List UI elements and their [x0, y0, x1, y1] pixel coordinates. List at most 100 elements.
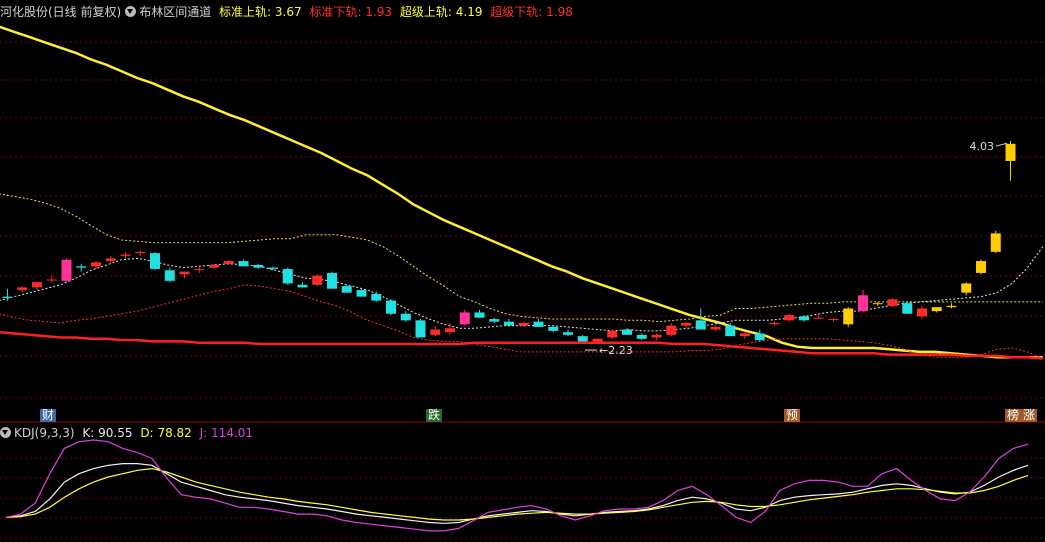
candle-body — [533, 321, 544, 327]
tag-ranking[interactable]: 榜 — [1005, 409, 1022, 422]
candle-body — [179, 271, 190, 275]
candle-body — [46, 279, 57, 281]
candle-body — [725, 325, 736, 337]
chevron-down-icon — [127, 9, 134, 14]
high-price-label: 4.03 — [970, 140, 995, 153]
kdj-header: KDJ(9,3,3) K: 90.55 D: 78.82 J: 114.01 — [0, 426, 257, 440]
candle-body — [740, 333, 750, 337]
candle-body — [341, 286, 352, 293]
bollinger-bands — [0, 25, 1044, 360]
candle-body — [518, 322, 529, 326]
candle-body — [459, 312, 470, 325]
candle-body — [769, 322, 780, 325]
tag-rise[interactable]: 涨 — [1021, 409, 1038, 422]
candle-body — [445, 328, 455, 333]
candle-body — [946, 305, 957, 308]
kdj-settings-icon[interactable] — [0, 427, 11, 438]
candle-body — [120, 254, 131, 256]
candle-body — [2, 296, 13, 298]
candle-body — [1005, 143, 1016, 161]
candle-body — [504, 321, 514, 326]
kdj-lines — [5, 439, 1029, 532]
candle-body — [754, 333, 765, 341]
kdj-j-line — [5, 439, 1029, 532]
candle-body — [209, 265, 219, 268]
candle-body — [607, 330, 618, 338]
candle-body — [356, 290, 367, 297]
candle-body — [386, 300, 396, 314]
main-header: 河化股份(日线 前复权) 布林区间通道 标准上轨: 3.67 标准下轨: 1.93… — [0, 5, 577, 19]
candle-body — [415, 320, 426, 338]
candle-body — [813, 317, 824, 319]
super-upper-readout: 超级上轨: 4.19 — [399, 5, 483, 19]
candle-body — [327, 272, 337, 289]
candle-body — [400, 313, 411, 321]
candle-body — [636, 334, 647, 339]
candle-body — [489, 319, 500, 322]
candle-body — [474, 312, 485, 318]
candle-body — [651, 334, 662, 338]
tag-forecast[interactable]: 预 — [784, 409, 801, 422]
candle-body — [135, 251, 146, 254]
tag-financial[interactable]: 财 — [40, 409, 57, 422]
candle-body — [917, 308, 927, 317]
stock-title[interactable]: 河化股份(日线 前复权) — [0, 5, 121, 19]
candle-body — [32, 282, 42, 288]
super-lower-readout: 超级下轨: 1.98 — [490, 5, 573, 19]
std-lower-line — [0, 284, 1043, 359]
candle-body — [784, 315, 795, 321]
candle-body — [681, 322, 691, 326]
candle-body — [902, 303, 913, 314]
chevron-down-icon — [2, 430, 8, 435]
candle-body — [164, 270, 175, 281]
high-pointer — [995, 142, 1008, 147]
candle-body — [828, 319, 839, 321]
std-upper-readout: 标准上轨: 3.67 — [219, 5, 302, 19]
low-price-label: ←2.23 — [599, 344, 633, 357]
candle-body — [61, 259, 72, 281]
candle-body — [858, 295, 868, 312]
candle-body — [710, 326, 721, 330]
indicator-name[interactable]: 布林区间通道 — [139, 5, 211, 19]
candle-body — [622, 329, 632, 335]
candle-body — [430, 329, 441, 335]
candle-body — [371, 293, 382, 301]
kdj-name[interactable]: KDJ(9,3,3) — [14, 426, 75, 440]
candle-body — [223, 261, 234, 264]
candle-body — [592, 338, 603, 342]
candle-body — [312, 275, 323, 285]
candle-body — [961, 283, 972, 293]
j-readout: J: 114.01 — [199, 426, 254, 440]
candle-body — [666, 325, 677, 335]
candle-body — [563, 332, 573, 335]
tag-drop[interactable]: 跌 — [426, 409, 443, 422]
candle-body — [799, 316, 809, 321]
candle-body — [297, 284, 308, 288]
candle-body — [238, 261, 249, 267]
candle-body — [268, 267, 278, 269]
main-grid — [0, 41, 1045, 399]
candle-body — [843, 308, 854, 325]
chart-canvas: 4.03 ←2.23 — [0, 25, 1045, 539]
candle-body — [548, 326, 559, 331]
candle-body — [194, 268, 205, 270]
candle-body — [887, 299, 898, 306]
candle-body — [577, 336, 588, 342]
candle-body — [695, 320, 706, 330]
candle-body — [253, 265, 264, 268]
super-upper-line — [0, 25, 1043, 359]
candle-body — [150, 253, 160, 269]
price-annotations: 4.03 ←2.23 — [585, 140, 1008, 357]
settings-icon[interactable] — [125, 6, 137, 17]
candle-body — [931, 307, 942, 312]
std-lower-readout: 标准下轨: 1.93 — [309, 5, 393, 19]
candle-body — [282, 268, 293, 284]
candle-body — [105, 258, 116, 262]
candle-body — [76, 266, 87, 268]
candle-body — [976, 261, 986, 273]
candle-body — [990, 233, 1001, 252]
d-readout: D: 78.82 — [140, 426, 192, 440]
k-readout: K: 90.55 — [82, 426, 133, 440]
candle-body — [17, 287, 28, 291]
candle-body — [872, 303, 883, 305]
